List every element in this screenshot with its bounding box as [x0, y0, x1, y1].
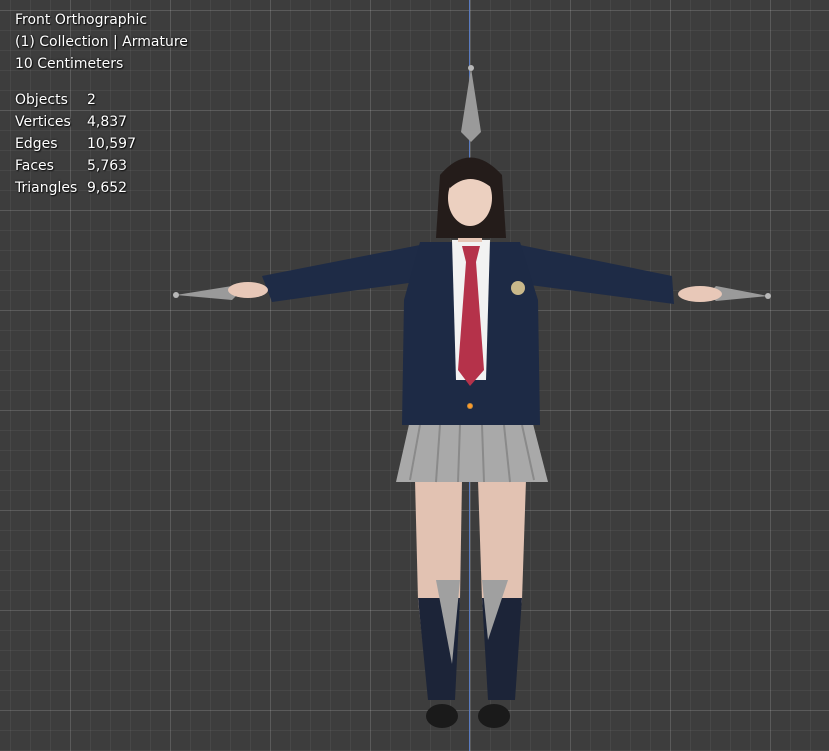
stat-label: Vertices	[15, 114, 71, 130]
object-origin[interactable]	[468, 404, 472, 408]
stat-label: Objects	[15, 92, 68, 108]
head-bone-tip[interactable]	[468, 65, 474, 71]
3d-viewport[interactable]: Front Orthographic (1) Collection | Arma…	[0, 0, 829, 751]
stat-value: 9,652	[87, 180, 128, 196]
right-shoe	[478, 704, 510, 728]
right-hand	[678, 286, 722, 302]
stat-value: 4,837	[87, 114, 128, 130]
stat-label: Edges	[15, 136, 58, 152]
stat-vertices: Vertices 4,837	[15, 111, 136, 133]
collection-line: (1) Collection | Armature	[15, 34, 188, 50]
head-bone[interactable]	[461, 68, 481, 142]
stat-label: Faces	[15, 158, 54, 174]
stat-value: 5,763	[87, 158, 128, 174]
grid-scale: 10 Centimeters	[15, 56, 124, 72]
left-sleeve	[262, 245, 430, 302]
stat-faces: Faces 5,763	[15, 155, 136, 177]
right-arm-bone-tip[interactable]	[765, 293, 771, 299]
left-arm-bone-tip[interactable]	[173, 292, 179, 298]
stat-value: 10,597	[87, 136, 136, 152]
left-shoe	[426, 704, 458, 728]
emblem-badge	[511, 281, 525, 295]
right-sleeve	[515, 245, 674, 304]
view-name: Front Orthographic	[15, 12, 148, 28]
stat-value: 2	[87, 92, 96, 108]
stat-label: Triangles	[15, 180, 78, 196]
viewport-info-overlay: Front Orthographic (1) Collection | Arma…	[15, 9, 188, 75]
stat-triangles: Triangles 9,652	[15, 177, 136, 199]
left-hand	[228, 282, 268, 298]
stat-edges: Edges 10,597	[15, 133, 136, 155]
statistics-overlay: Objects 2 Vertices 4,837 Edges 10,597 Fa…	[15, 89, 136, 199]
stat-objects: Objects 2	[15, 89, 136, 111]
